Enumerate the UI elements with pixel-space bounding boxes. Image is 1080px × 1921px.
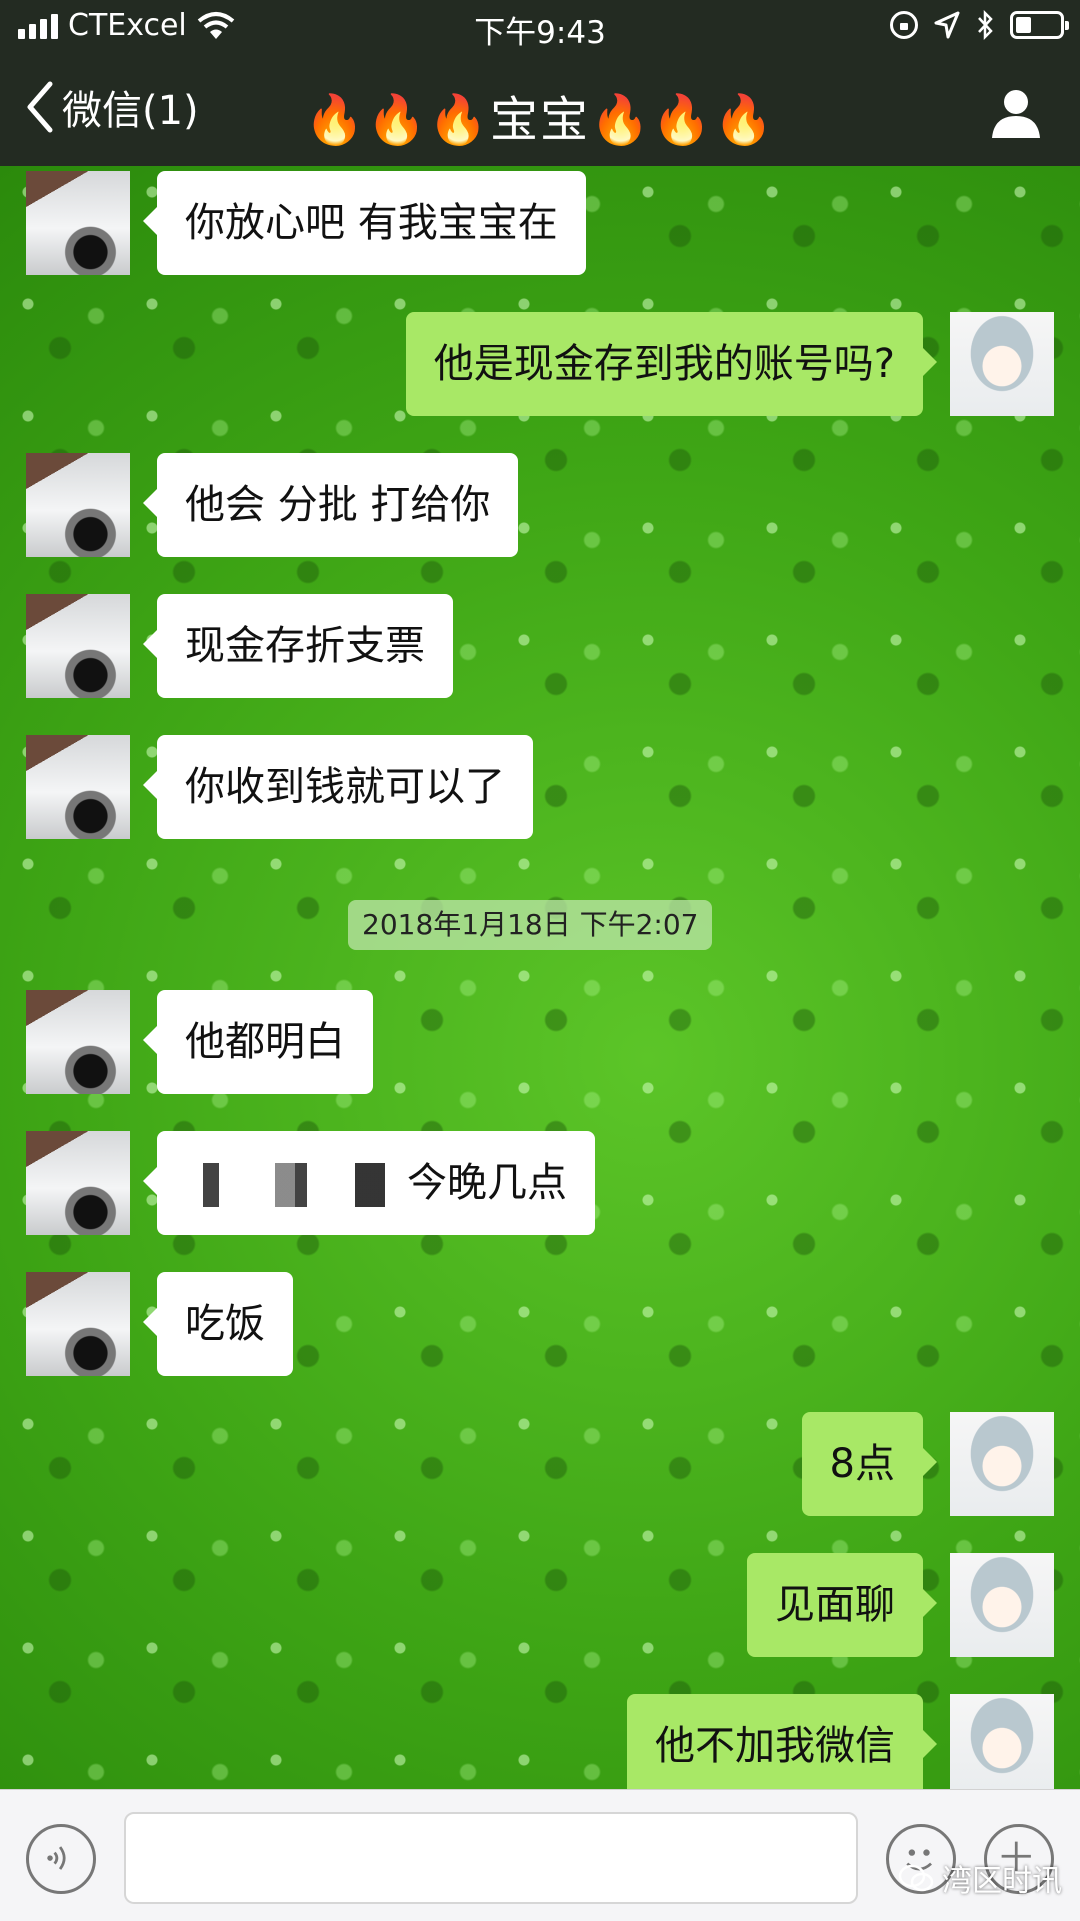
input-bar [0, 1789, 1080, 1921]
status-right [890, 10, 1069, 40]
location-icon [934, 11, 960, 39]
my-avatar[interactable] [950, 1412, 1054, 1516]
outgoing-message[interactable]: 见面聊 [747, 1553, 937, 1657]
incoming-message[interactable]: 吃饭 [143, 1272, 293, 1376]
contact-avatar[interactable] [26, 1272, 130, 1376]
outgoing-message[interactable]: 他是现金存到我的账号吗? [405, 312, 938, 416]
incoming-message[interactable]: 今晚几点 [143, 1131, 595, 1235]
battery-level [1016, 17, 1031, 33]
contact-avatar[interactable] [26, 171, 130, 275]
my-avatar[interactable] [950, 1694, 1054, 1789]
contact-avatar[interactable] [26, 735, 130, 839]
bluetooth-icon [978, 10, 993, 40]
wechat-logo-icon [898, 1864, 934, 1892]
battery-icon [1010, 11, 1069, 39]
incoming-message[interactable]: 他都明白 [143, 990, 373, 1094]
my-avatar[interactable] [950, 1553, 1054, 1657]
outgoing-message[interactable]: 8点 [801, 1412, 938, 1516]
rotation-lock-icon [890, 11, 918, 39]
message-input[interactable] [124, 1812, 858, 1904]
watermark-text: 湾区时讯 [942, 1864, 1062, 1899]
incoming-message[interactable]: 你放心吧 有我宝宝在 [143, 171, 586, 275]
incoming-message[interactable]: 他会 分批 打给你 [142, 453, 519, 557]
status-bar: CTExcel 下午9:43 [0, 0, 1080, 56]
voice-icon [47, 1846, 66, 1870]
incoming-message[interactable]: 现金存折支票 [143, 594, 453, 698]
contact-avatar[interactable] [26, 453, 130, 557]
contact-avatar[interactable] [26, 990, 130, 1094]
contact-avatar[interactable] [26, 594, 130, 698]
outgoing-message[interactable]: 他不加我微信 [627, 1694, 937, 1789]
chat-title: 🔥🔥🔥宝宝🔥🔥🔥 [304, 92, 776, 148]
message-text: 今晚几点 [407, 1160, 567, 1206]
redacted-text [185, 1163, 395, 1207]
profile-icon[interactable] [988, 84, 1044, 140]
my-avatar[interactable] [950, 312, 1054, 416]
chat-timestamp: 2018年1月18日 下午2:07 [348, 900, 713, 950]
contact-avatar[interactable] [26, 1131, 130, 1235]
voice-button[interactable] [26, 1824, 96, 1894]
nav-bar: 微信(1) 🔥🔥🔥宝宝🔥🔥🔥 [0, 56, 1080, 166]
chat-area[interactable]: 你放心吧 有我宝宝在 他是现金存到我的账号吗? 他会 分批 打给你 现金存折支票… [0, 166, 1080, 1789]
watermark: 湾区时讯 [898, 1856, 1062, 1900]
incoming-message[interactable]: 你收到钱就可以了 [143, 735, 533, 839]
